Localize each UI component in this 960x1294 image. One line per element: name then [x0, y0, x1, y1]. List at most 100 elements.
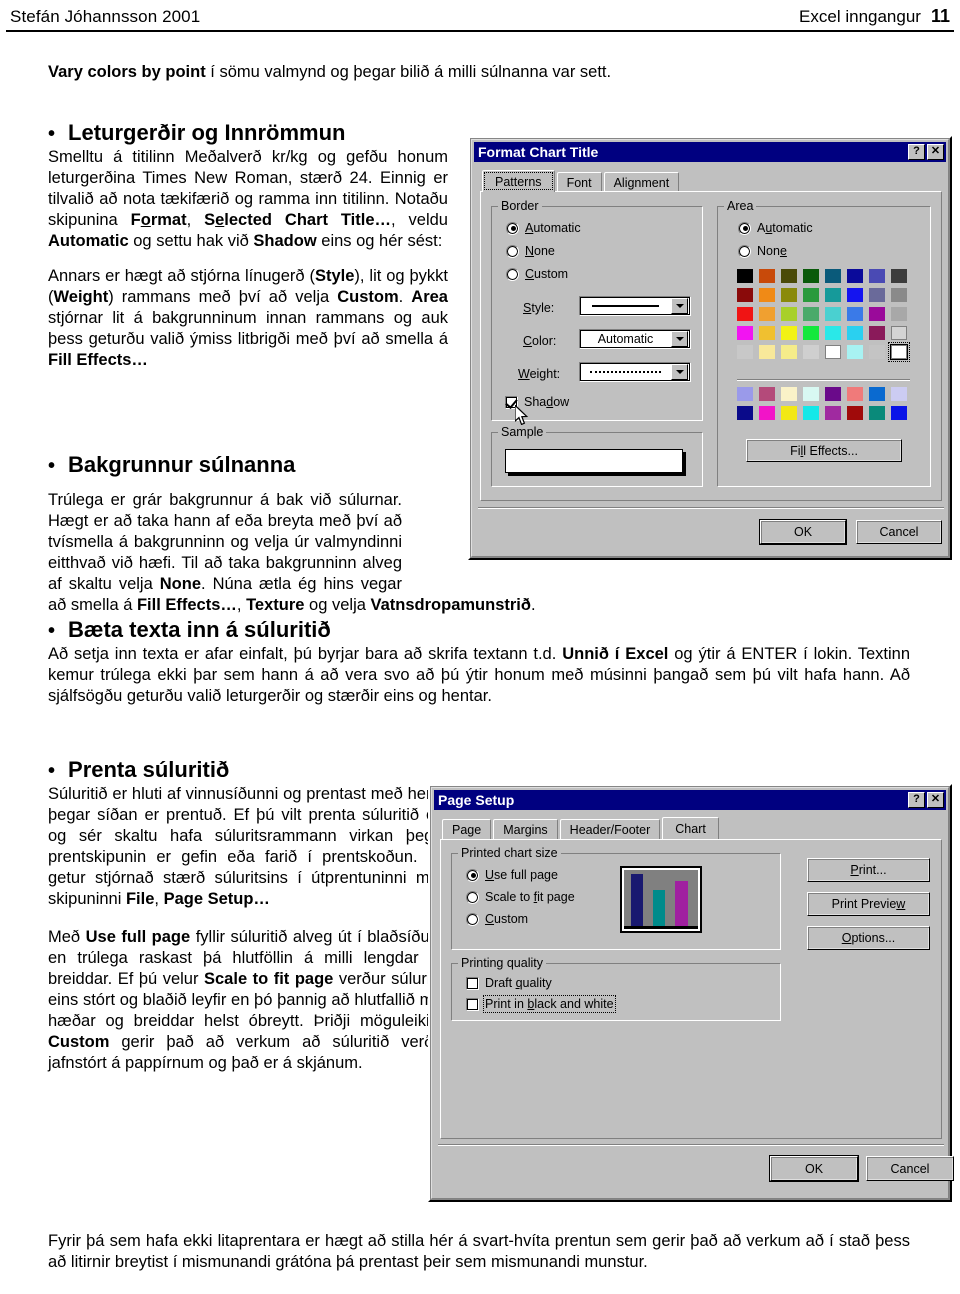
color-swatch[interactable] [825, 307, 841, 321]
help-button[interactable]: ? [908, 143, 925, 160]
color-swatch[interactable] [781, 345, 797, 359]
color-swatch[interactable] [759, 288, 775, 302]
options-button[interactable]: Options... [807, 926, 930, 950]
print-button[interactable]: Print... [807, 858, 930, 882]
color-swatch[interactable] [737, 345, 753, 359]
radio-border-custom[interactable]: Custom [506, 267, 568, 281]
color-swatch[interactable] [737, 406, 753, 420]
dialog-titlebar[interactable]: Format Chart Title ? ✕ [474, 142, 946, 162]
color-swatch[interactable] [891, 269, 907, 283]
color-swatch[interactable] [781, 387, 797, 401]
color-swatch[interactable] [781, 288, 797, 302]
weight-combo[interactable] [579, 362, 691, 382]
close-icon[interactable]: ✕ [927, 791, 944, 808]
color-swatch[interactable] [891, 288, 907, 302]
color-swatch[interactable] [847, 269, 863, 283]
color-swatch[interactable] [891, 387, 907, 401]
tab-header-footer[interactable]: Header/Footer [559, 819, 661, 839]
color-swatch[interactable] [781, 326, 797, 340]
dialog-titlebar[interactable]: Page Setup ? ✕ [434, 790, 946, 810]
color-swatch[interactable] [737, 307, 753, 321]
color-swatch[interactable] [803, 307, 819, 321]
color-swatch[interactable] [759, 326, 775, 340]
close-icon[interactable]: ✕ [927, 143, 944, 160]
radio-area-none[interactable]: None [738, 244, 787, 258]
color-swatch[interactable] [737, 387, 753, 401]
color-swatch[interactable] [781, 269, 797, 283]
color-swatch[interactable] [825, 345, 841, 359]
color-swatch[interactable] [803, 288, 819, 302]
color-swatch[interactable] [759, 345, 775, 359]
color-palette-custom[interactable] [737, 387, 907, 420]
print-preview-button[interactable]: Print Preview [807, 892, 930, 916]
color-swatch[interactable] [737, 288, 753, 302]
color-swatch[interactable] [847, 345, 863, 359]
color-swatch[interactable] [803, 345, 819, 359]
color-swatch[interactable] [803, 406, 819, 420]
color-swatch[interactable] [825, 269, 841, 283]
color-swatch[interactable] [891, 326, 907, 340]
cancel-button[interactable]: Cancel [866, 1156, 954, 1181]
color-swatch[interactable] [847, 406, 863, 420]
color-swatch[interactable] [891, 406, 907, 420]
color-swatch[interactable] [737, 326, 753, 340]
tab-patterns[interactable]: Patterns [482, 170, 555, 192]
style-combo[interactable] [579, 296, 691, 316]
ok-button[interactable]: OK [760, 520, 846, 544]
color-swatch[interactable] [781, 406, 797, 420]
radio-custom-size[interactable]: Custom [466, 912, 528, 926]
color-swatch[interactable] [759, 387, 775, 401]
color-swatch[interactable] [825, 406, 841, 420]
color-swatch[interactable] [891, 307, 907, 321]
color-swatch[interactable] [825, 387, 841, 401]
color-swatch[interactable] [869, 307, 885, 321]
color-swatch[interactable] [869, 288, 885, 302]
ok-button[interactable]: OK [770, 1156, 858, 1181]
color-label: Color: [523, 334, 557, 348]
tabstrip[interactable]: Patterns Font Alignment [482, 170, 681, 192]
color-swatch[interactable] [759, 269, 775, 283]
chevron-down-icon[interactable] [671, 298, 688, 314]
cancel-button[interactable]: Cancel [856, 520, 942, 544]
color-palette[interactable] [737, 269, 910, 362]
color-swatch[interactable] [869, 387, 885, 401]
color-swatch[interactable] [869, 269, 885, 283]
radio-border-none[interactable]: None [506, 244, 555, 258]
color-swatch[interactable] [803, 326, 819, 340]
color-swatch[interactable] [847, 326, 863, 340]
color-swatch[interactable] [888, 342, 910, 362]
format-chart-title-dialog[interactable]: Format Chart Title ? ✕ Patterns Font Ali… [468, 136, 952, 560]
page-setup-dialog[interactable]: Page Setup ? ✕ Page Margins Header/Foote… [428, 784, 954, 1202]
color-combo[interactable]: Automatic [579, 329, 691, 349]
color-swatch[interactable] [825, 326, 841, 340]
color-swatch[interactable] [759, 406, 775, 420]
chevron-down-icon[interactable] [671, 364, 688, 380]
tab-font[interactable]: Font [556, 172, 602, 192]
color-swatch[interactable] [847, 288, 863, 302]
chevron-down-icon[interactable] [671, 331, 688, 347]
color-swatch[interactable] [803, 387, 819, 401]
color-swatch[interactable] [869, 345, 885, 359]
color-swatch[interactable] [781, 307, 797, 321]
radio-area-automatic[interactable]: Automatic [738, 221, 813, 235]
checkbox-print-black-and-white[interactable]: Print in black and white [466, 995, 616, 1013]
color-swatch[interactable] [737, 269, 753, 283]
radio-scale-to-fit-page[interactable]: Scale to fit page [466, 890, 575, 904]
color-swatch[interactable] [847, 387, 863, 401]
help-button[interactable]: ? [908, 791, 925, 808]
tab-margins[interactable]: Margins [493, 819, 558, 839]
fill-effects-button[interactable]: Fill Effects... [746, 439, 902, 462]
tab-alignment[interactable]: Alignment [603, 172, 680, 192]
tab-chart[interactable]: Chart [662, 817, 719, 839]
tab-page[interactable]: Page [442, 819, 492, 839]
tabstrip[interactable]: Page Margins Header/Footer Chart [442, 817, 721, 839]
checkbox-draft-quality[interactable]: Draft quality [466, 976, 552, 990]
color-swatch[interactable] [869, 406, 885, 420]
color-swatch[interactable] [869, 326, 885, 340]
radio-border-automatic[interactable]: Automatic [506, 221, 581, 235]
color-swatch[interactable] [759, 307, 775, 321]
color-swatch[interactable] [847, 307, 863, 321]
color-swatch[interactable] [825, 288, 841, 302]
radio-use-full-page[interactable]: Use full page [466, 868, 558, 882]
color-swatch[interactable] [803, 269, 819, 283]
